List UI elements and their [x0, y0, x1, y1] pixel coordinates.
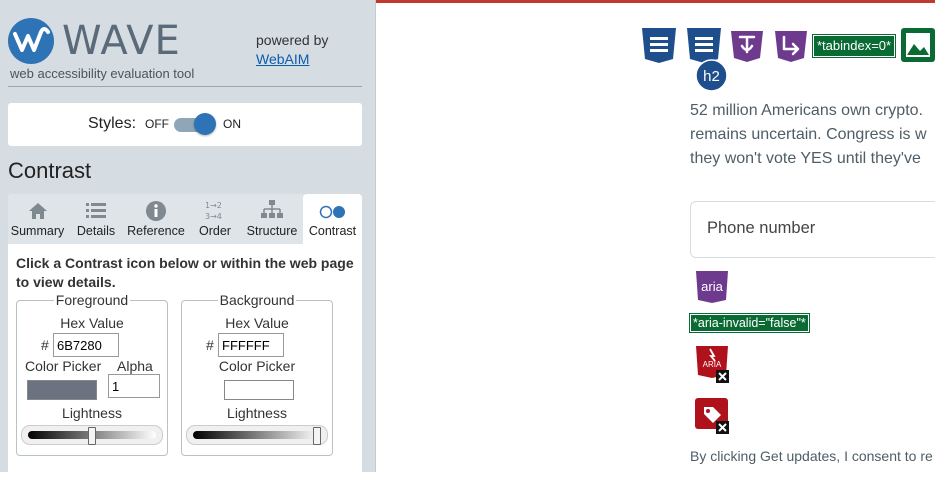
webaim-link[interactable]: WebAIM — [256, 51, 309, 67]
background-legend: Background — [217, 292, 297, 308]
paragraph-line: remains uncertain. Congress is w — [690, 126, 927, 143]
hash-symbol: # — [206, 337, 214, 353]
wave-sidebar: WAVE web accessibility evaluation tool p… — [0, 0, 376, 484]
consent-text: By clicking Get updates, I consent to re — [690, 448, 933, 464]
divider — [8, 86, 362, 87]
tab-details[interactable]: Details — [70, 194, 122, 244]
styles-toggle-knob[interactable] — [194, 113, 216, 135]
svg-text:aria: aria — [701, 279, 723, 294]
aria-invalid-badge: *aria-invalid="false"* — [689, 313, 810, 333]
list-structure-icon[interactable] — [686, 27, 722, 63]
toggle-off-label: OFF — [145, 117, 169, 131]
slider-track — [193, 431, 321, 439]
slider-thumb[interactable] — [88, 427, 96, 445]
styles-label: Styles: — [88, 115, 137, 132]
alpha-label: Alpha — [117, 358, 153, 374]
panel-tabs: Summary Details Reference 1→2 3→4 Order … — [8, 194, 362, 244]
info-icon — [124, 194, 188, 224]
background-hex-input[interactable] — [218, 333, 284, 357]
svg-text:h2: h2 — [703, 68, 720, 85]
toggle-on-label: ON — [223, 117, 241, 131]
tab-label: Order — [199, 224, 231, 238]
foreground-fieldset: Foreground Hex Value # Color Picker Alph… — [16, 292, 168, 456]
foreground-legend: Foreground — [53, 292, 131, 308]
foreground-picker-label: Color Picker — [25, 358, 102, 374]
background-fieldset: Background Hex Value # Color Picker Ligh… — [181, 292, 333, 456]
page-paragraph: 52 million Americans own crypto. remains… — [690, 99, 927, 171]
aria-label-icon[interactable] — [730, 28, 764, 62]
background-hex-label: Hex Value — [225, 315, 289, 331]
paragraph-line: they won't vote YES until they've — [690, 150, 921, 167]
tab-contrast[interactable]: Contrast — [303, 194, 362, 244]
wave-logo-icon — [8, 18, 54, 64]
missing-form-label-error-icon[interactable] — [695, 398, 733, 436]
foreground-lightness-slider[interactable] — [21, 425, 163, 445]
svg-text:ARIA: ARIA — [703, 360, 722, 369]
background-picker-label: Color Picker — [218, 358, 296, 374]
tab-reference[interactable]: Reference — [124, 194, 188, 244]
contrast-panel: Summary Details Reference 1→2 3→4 Order … — [8, 194, 362, 484]
phone-number-input[interactable]: Phone number — [690, 201, 935, 258]
foreground-hex-input[interactable] — [53, 333, 119, 357]
tab-label: Summary — [10, 224, 65, 238]
tab-label: Structure — [246, 224, 298, 238]
foreground-hex-label: Hex Value — [60, 315, 124, 331]
section-title: Contrast — [8, 158, 92, 183]
order-icon: 1→2 3→4 — [191, 194, 239, 224]
background-color-picker[interactable] — [224, 380, 294, 400]
tab-label: Details — [76, 224, 116, 238]
foreground-color-picker[interactable] — [27, 380, 97, 400]
slider-thumb[interactable] — [313, 427, 322, 445]
background-lightness-slider[interactable] — [186, 425, 328, 445]
home-icon — [8, 194, 67, 224]
contrast-instructions: Click a Contrast icon below or within th… — [16, 255, 354, 290]
image-icon[interactable] — [901, 28, 935, 62]
tab-order-icon[interactable] — [774, 28, 808, 62]
hash-symbol: # — [41, 337, 49, 353]
heading-h2-icon[interactable]: h2 — [695, 59, 728, 92]
styles-toggle-panel: Styles: OFF ON — [8, 103, 362, 146]
tab-order[interactable]: 1→2 3→4 Order — [191, 194, 239, 244]
list-icon — [70, 194, 122, 224]
tab-structure[interactable]: Structure — [242, 194, 302, 244]
structure-icon — [242, 194, 302, 224]
paragraph-line: 52 million Americans own crypto. — [690, 102, 923, 119]
background-lightness-label: Lightness — [227, 405, 287, 421]
list-structure-icon[interactable] — [641, 27, 677, 63]
alpha-input[interactable] — [108, 374, 160, 398]
app-tagline: web accessibility evaluation tool — [10, 66, 195, 81]
tabindex-badge: *tabindex=0* — [811, 34, 897, 58]
powered-by-text: powered by — [256, 32, 329, 48]
tab-label: Contrast — [308, 224, 357, 238]
contrast-icon — [303, 194, 362, 224]
foreground-lightness-label: Lightness — [62, 405, 122, 421]
svg-text:3→4: 3→4 — [205, 212, 222, 221]
broken-aria-error-icon[interactable]: ARIA — [695, 345, 733, 383]
tab-label: Reference — [127, 224, 185, 238]
tab-summary[interactable]: Summary — [8, 194, 67, 244]
svg-text:1→2: 1→2 — [205, 201, 222, 210]
app-name: WAVE — [62, 18, 181, 64]
phone-number-placeholder: Phone number — [707, 219, 816, 237]
aria-icon[interactable]: aria — [695, 270, 729, 304]
